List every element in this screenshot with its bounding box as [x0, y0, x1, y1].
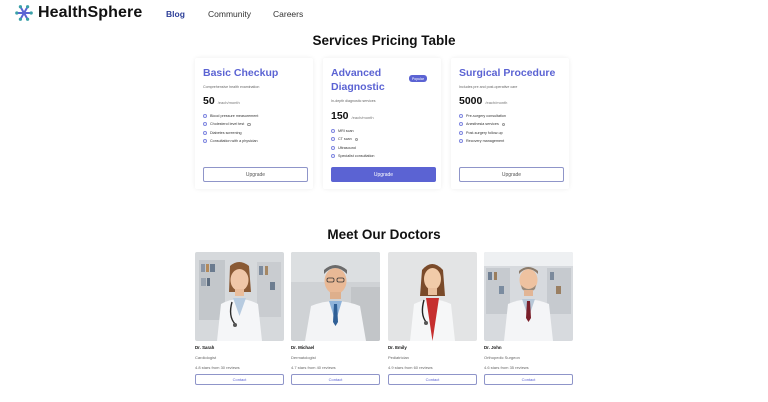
feature-item: Cholesterol level test	[203, 120, 258, 128]
check-circle-icon	[459, 130, 463, 135]
feature-item: Specialist consultation	[331, 152, 375, 160]
feature-item: Diabetes screening	[203, 129, 258, 137]
plan-price-row: 150 /each/month	[331, 110, 374, 122]
plan-price-period: /each/month	[217, 100, 240, 105]
plan-description: In-depth diagnostic services	[331, 99, 376, 103]
plan-price: 150	[331, 110, 349, 122]
info-icon[interactable]	[247, 122, 251, 127]
doctor-rating: 4.7 stars from 40 reviews	[291, 365, 336, 370]
doctor-name: Dr. John	[484, 345, 502, 350]
contact-button[interactable]: Contact	[195, 374, 284, 385]
feature-item: Ultrasound	[331, 144, 375, 152]
contact-button[interactable]: Contact	[484, 374, 573, 385]
check-circle-icon	[459, 139, 463, 144]
top-navigation: HealthSphere Blog Community Careers	[0, 0, 768, 28]
check-circle-icon	[331, 154, 335, 159]
plan-name: Advanced Diagnostic	[331, 67, 385, 93]
check-circle-icon	[203, 130, 207, 135]
feature-item: Consultation with a physician	[203, 137, 258, 145]
pricing-card-advanced-diagnostic: Advanced Diagnostic Popular In-depth dia…	[323, 58, 441, 189]
contact-button[interactable]: Contact	[388, 374, 477, 385]
check-circle-icon	[203, 114, 207, 119]
doctor-card-emily: Dr. Emily Pediatrician 4.9 stars from 60…	[388, 252, 477, 385]
doctor-name: Dr. Emily	[388, 345, 407, 350]
feature-item: MRI scan	[331, 127, 375, 135]
doctor-rating: 4.9 stars from 60 reviews	[388, 365, 433, 370]
pricing-section-title: Services Pricing Table	[312, 33, 456, 48]
feature-item: Anesthesia services	[459, 120, 506, 128]
upgrade-button[interactable]: Upgrade	[331, 167, 436, 182]
doctor-specialty: Dermatologist	[291, 355, 316, 360]
plan-description: Comprehensive health examination	[203, 85, 260, 89]
upgrade-button[interactable]: Upgrade	[203, 167, 308, 182]
check-circle-icon	[331, 137, 335, 142]
plan-feature-list: Pre-surgery consultation Anesthesia serv…	[459, 112, 506, 145]
doctor-photo	[291, 252, 380, 341]
check-circle-icon	[459, 114, 463, 119]
brand-logo[interactable]: HealthSphere	[15, 4, 142, 22]
doctor-photo	[388, 252, 477, 341]
check-circle-icon	[331, 145, 335, 150]
doctor-photo	[195, 252, 284, 341]
nav-link-blog[interactable]: Blog	[166, 9, 185, 19]
doctor-name: Dr. Sarah	[195, 345, 215, 350]
check-circle-icon	[459, 122, 463, 127]
feature-item: Blood pressure measurement	[203, 112, 258, 120]
plan-description: Includes pre and post-operative care	[459, 85, 518, 89]
doctor-rating: 4.8 stars from 30 reviews	[195, 365, 240, 370]
doctor-card-michael: Dr. Michael Dermatologist 4.7 stars from…	[291, 252, 380, 385]
check-circle-icon	[331, 129, 335, 134]
contact-button[interactable]: Contact	[291, 374, 380, 385]
feature-item: Post-surgery follow-up	[459, 129, 506, 137]
doctors-section-title: Meet Our Doctors	[327, 227, 441, 242]
doctor-specialty: Orthopedic Surgeon	[484, 355, 520, 360]
info-icon[interactable]	[501, 122, 506, 127]
doctor-rating: 4.6 stars from 35 reviews	[484, 365, 529, 370]
plan-feature-list: MRI scan CT scan Ultrasound Specialist c…	[331, 127, 375, 160]
plan-name: Basic Checkup	[203, 67, 279, 79]
doctor-card-sarah: Dr. Sarah Cardiologist 4.8 stars from 30…	[195, 252, 284, 385]
logo-icon	[15, 5, 33, 21]
feature-item: CT scan	[331, 135, 375, 143]
plan-price-row: 5000 /each/month	[459, 95, 507, 107]
plan-name: Surgical Procedure	[459, 67, 556, 79]
feature-item: Pre-surgery consultation	[459, 112, 506, 120]
pricing-card-basic-checkup: Basic Checkup Comprehensive health exami…	[195, 58, 313, 189]
info-icon[interactable]	[354, 137, 359, 142]
plan-price-period: /each/month	[485, 100, 508, 105]
pricing-card-surgical-procedure: Surgical Procedure Includes pre and post…	[451, 58, 569, 189]
plan-price: 5000	[459, 95, 483, 107]
popular-badge: Popular	[409, 75, 427, 82]
plan-price-period: /each/month	[351, 115, 374, 120]
check-circle-icon	[203, 139, 207, 144]
upgrade-button[interactable]: Upgrade	[459, 167, 564, 182]
check-circle-icon	[203, 122, 207, 127]
doctor-specialty: Pediatrician	[388, 355, 409, 360]
feature-item: Recovery management	[459, 137, 506, 145]
doctor-photo	[484, 252, 573, 341]
plan-price-row: 50 /each/month	[203, 95, 240, 107]
nav-link-careers[interactable]: Careers	[273, 9, 303, 19]
doctor-specialty: Cardiologist	[195, 355, 217, 360]
plan-feature-list: Blood pressure measurement Cholesterol l…	[203, 112, 258, 145]
doctor-card-john: Dr. John Orthopedic Surgeon 4.6 stars fr…	[484, 252, 573, 385]
nav-link-community[interactable]: Community	[208, 9, 251, 19]
doctor-name: Dr. Michael	[291, 345, 315, 350]
plan-price: 50	[203, 95, 215, 107]
brand-name: HealthSphere	[38, 4, 143, 21]
